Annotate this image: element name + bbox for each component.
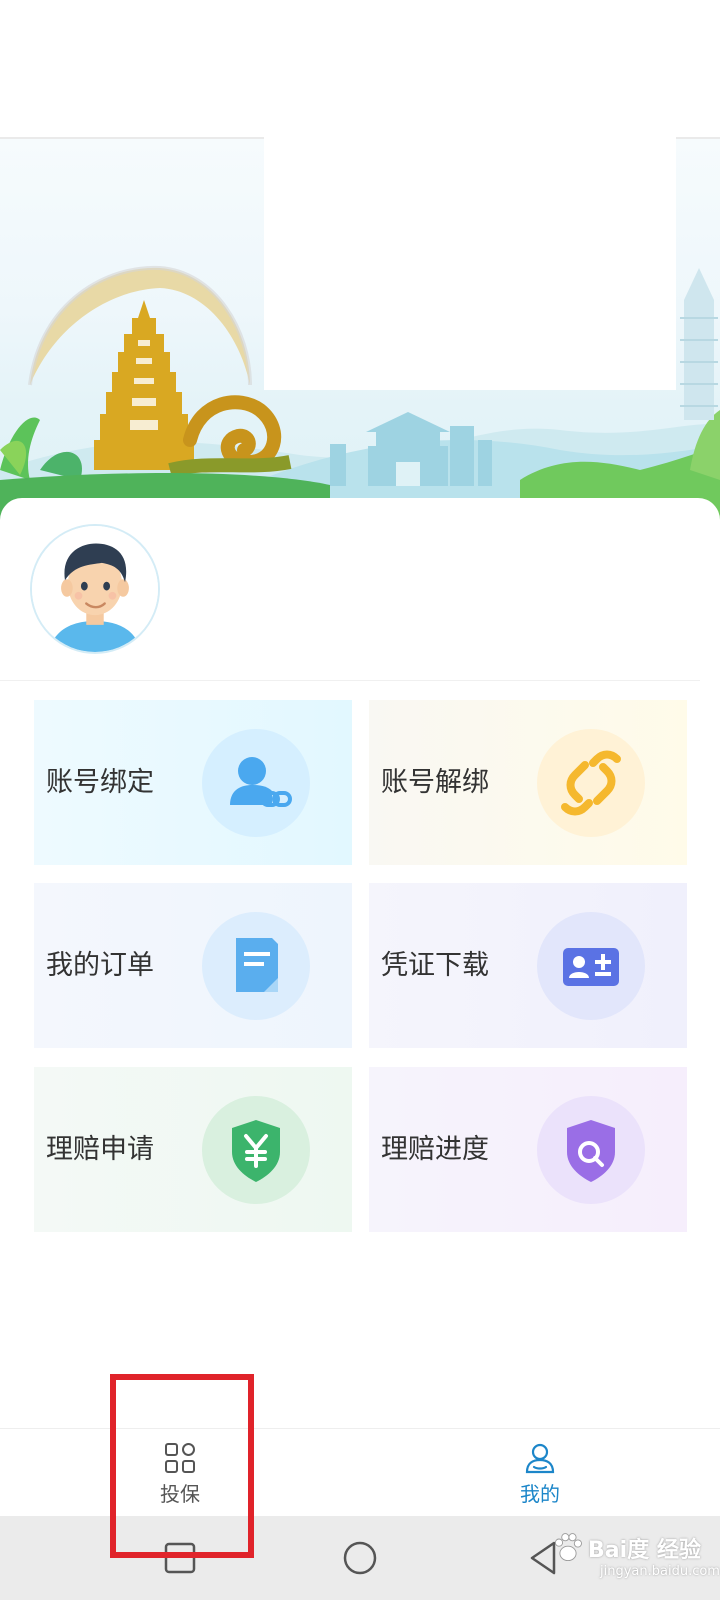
menu-label: 账号解绑 [381, 767, 489, 798]
menu-label: 账号绑定 [46, 767, 154, 798]
shield-search-icon [537, 1096, 645, 1204]
shield-yen-icon [202, 1096, 310, 1204]
person-icon [525, 1443, 555, 1474]
header-banner [0, 0, 720, 520]
card-divider [0, 680, 700, 681]
avatar[interactable] [30, 524, 160, 654]
watermark: Bai度 经验 jingyan.baidu.com [550, 1530, 720, 1590]
menu-label: 凭证下载 [381, 950, 489, 981]
tab-insure[interactable]: 投保 [110, 1429, 250, 1517]
banner-blank-area [264, 120, 676, 390]
tab-label: 投保 [160, 1482, 200, 1506]
id-card-icon [537, 912, 645, 1020]
bottom-nav: 投保 我的 [0, 1428, 720, 1516]
menu-my-orders[interactable]: 我的订单 [34, 883, 352, 1048]
menu-account-unbind[interactable]: 账号解绑 [369, 700, 687, 865]
menu-certificate-download[interactable]: 凭证下载 [369, 883, 687, 1048]
watermark-url: jingyan.baidu.com [600, 1564, 720, 1579]
menu-claim-apply[interactable]: 理赔申请 [34, 1067, 352, 1232]
boy-avatar-icon [32, 526, 158, 652]
paw-icon [554, 1533, 582, 1562]
grid-icon [165, 1443, 195, 1473]
unlink-icon [537, 729, 645, 837]
home-circle-icon[interactable] [336, 1534, 384, 1582]
user-link-icon [202, 729, 310, 837]
document-icon [202, 912, 310, 1020]
menu-label: 理赔申请 [46, 1134, 154, 1165]
menu-label: 理赔进度 [381, 1134, 489, 1165]
watermark-text: Bai度 经验 [588, 1538, 701, 1563]
menu-account-bind[interactable]: 账号绑定 [34, 700, 352, 865]
tab-label: 我的 [520, 1482, 560, 1506]
menu-label: 我的订单 [46, 950, 154, 981]
tab-mine[interactable]: 我的 [470, 1429, 610, 1517]
menu-claim-progress[interactable]: 理赔进度 [369, 1067, 687, 1232]
recent-apps-icon[interactable] [156, 1534, 204, 1582]
